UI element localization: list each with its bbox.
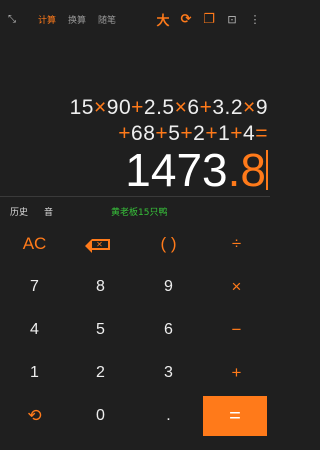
expression-char: 5 [162,96,175,119]
digit-9-button[interactable]: 9 [135,267,202,307]
expression-char: 1 [218,122,231,145]
expression-char: 4 [243,122,256,145]
more-icon[interactable]: ⋮ [248,13,262,26]
operator-glyph: × [174,96,188,119]
expression-char: 2 [143,96,157,119]
minus-button[interactable]: − [203,310,270,350]
backspace-button[interactable]: ✕ [67,224,134,264]
result-fraction: .8 [227,144,266,196]
expression-char: 6 [187,96,200,119]
toolbar: 大 ⟳ ❐ ⊡ ⋮ [156,10,262,29]
expression-char: 9 [255,96,268,119]
expression-char: 0 [118,96,132,119]
operator-glyph: + [199,96,213,119]
expression-line-1: 15×90+2.5×6+3.2×9 [70,96,268,120]
digit-4-button[interactable]: 4 [1,310,68,350]
top-bar: ⤡ 计算 换算 随笔 大 ⟳ ❐ ⊡ ⋮ [0,0,270,38]
operator-glyph: × [93,96,107,119]
operator-glyph: + [155,122,169,145]
digit-7-button[interactable]: 7 [1,267,68,307]
collapse-icon[interactable]: ⤡ [8,14,26,25]
result-integer: 1473 [125,144,228,196]
history-bar: 历史 音 黄老板15只鸭 [0,200,270,222]
digit-6-button[interactable]: 6 [135,310,202,350]
operator-glyph: + [118,122,132,145]
expression-char: 5 [168,122,181,145]
plus-button[interactable]: + [203,353,270,393]
tab-convert[interactable]: 换算 [68,13,86,26]
history-button[interactable]: 历史 [10,205,28,218]
tab-calculate[interactable]: 计算 [38,13,56,26]
result-display: 1473.8 [125,143,266,197]
backspace-icon: ✕ [84,238,110,253]
scan-icon[interactable]: ⊡ [225,13,239,26]
large-font-button[interactable]: 大 [156,10,170,29]
expression-char: 2 [193,122,206,145]
expression-char: 3 [212,96,225,119]
divider [0,196,270,197]
text-cursor [266,150,268,190]
digit-8-button[interactable]: 8 [67,267,134,307]
digit-0-button[interactable]: 0 [67,396,134,436]
multiply-button[interactable]: × [203,267,270,307]
note-label[interactable]: 黄老板15只鸭 [111,205,167,218]
keypad: AC ✕ ( ) ÷ 7 8 9 × 4 5 6 − 1 2 3 + ⟲ 0 .… [0,224,270,450]
sound-button[interactable]: 音 [44,205,53,218]
rotate-icon: ⟲ [27,406,42,425]
expression-char: 5 [81,96,94,119]
expression-char: 6 [131,122,144,145]
digit-5-button[interactable]: 5 [67,310,134,350]
tab-notes[interactable]: 随笔 [98,13,116,26]
copy-icon[interactable]: ❐ [202,12,216,27]
equals-button[interactable]: = [203,396,267,436]
timer-icon[interactable]: ⟳ [179,12,193,27]
expression-char: 8 [143,122,156,145]
operator-glyph: + [131,96,144,119]
operator-glyph: + [180,122,194,145]
digit-3-button[interactable]: 3 [135,353,202,393]
expression-char: 1 [69,96,82,119]
operator-glyph: × [243,96,256,119]
operator-glyph: = [255,122,268,145]
parentheses-button[interactable]: ( ) [135,224,202,264]
decimal-button[interactable]: . [135,396,202,436]
digit-1-button[interactable]: 1 [1,353,68,393]
expression-char: 2 [230,96,244,119]
operator-glyph: + [230,122,244,145]
clear-button[interactable]: AC [1,224,68,264]
divide-button[interactable]: ÷ [203,224,270,264]
expression-char: 9 [106,96,119,119]
digit-2-button[interactable]: 2 [67,353,134,393]
operator-glyph: + [205,122,219,145]
rotate-button[interactable]: ⟲ [1,396,68,436]
